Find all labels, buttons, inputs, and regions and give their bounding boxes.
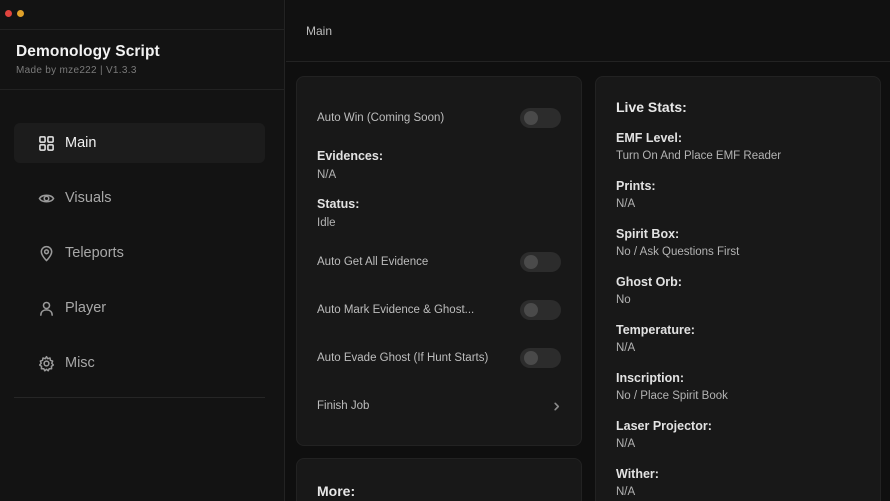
stat-label: Wither: <box>616 467 659 481</box>
window-controls <box>5 10 24 17</box>
toggle-knob <box>524 255 538 269</box>
status-value: Idle <box>317 217 336 229</box>
sidebar-item-main[interactable]: Main <box>14 123 265 163</box>
evidences-label: Evidences: <box>317 149 384 163</box>
auto-get-evidence-row: Auto Get All Evidence <box>317 252 561 272</box>
divider <box>14 397 265 398</box>
app-subtitle: Made by mze222 | V1.3.3 <box>16 65 137 76</box>
sidebar-item-label: Teleports <box>65 245 124 261</box>
auto-get-evidence-label: Auto Get All Evidence <box>317 256 429 268</box>
stat-wither: Wither: N/A <box>616 467 659 498</box>
finish-job-button[interactable]: Finish Job <box>317 397 561 415</box>
gear-icon <box>38 355 55 372</box>
sidebar-item-player[interactable]: Player <box>14 288 265 328</box>
toggle-knob <box>524 303 538 317</box>
close-window-button[interactable] <box>5 10 12 17</box>
user-icon <box>38 300 55 317</box>
page-title: Main <box>306 24 333 38</box>
sidebar-item-teleports[interactable]: Teleports <box>14 233 265 273</box>
sidebar-item-label: Main <box>65 135 97 151</box>
stat-value: N/A <box>616 198 636 210</box>
chevron-right-icon <box>551 401 561 411</box>
stat-value: N/A <box>616 342 636 354</box>
sidebar-nav: Main Visuals Teleports Player Misc <box>14 123 265 398</box>
live-stats-panel: Live Stats: EMF Level: Turn On And Place… <box>595 76 881 501</box>
evidences-value: N/A <box>317 169 337 181</box>
status-info: Status: Idle <box>317 197 359 229</box>
auto-mark-toggle[interactable] <box>520 300 561 320</box>
stat-temperature: Temperature: N/A <box>616 323 695 354</box>
stat-label: EMF Level: <box>616 131 682 145</box>
sidebar-item-label: Player <box>65 300 107 316</box>
toggle-knob <box>524 351 538 365</box>
stat-emf: EMF Level: Turn On And Place EMF Reader <box>616 131 781 162</box>
sidebar: Demonology Script Made by mze222 | V1.3.… <box>0 0 285 501</box>
finish-job-label: Finish Job <box>317 400 370 412</box>
stat-prints: Prints: N/A <box>616 179 656 210</box>
auto-evade-toggle[interactable] <box>520 348 561 368</box>
grid-icon <box>38 135 55 152</box>
stat-value: Turn On And Place EMF Reader <box>616 150 782 162</box>
auto-win-label: Auto Win (Coming Soon) <box>317 112 445 124</box>
app-window: Demonology Script Made by mze222 | V1.3.… <box>0 0 890 501</box>
stat-ghost-orb: Ghost Orb: No <box>616 275 682 306</box>
auto-mark-row: Auto Mark Evidence & Ghost... <box>317 300 561 320</box>
status-label: Status: <box>317 197 360 211</box>
auto-win-row: Auto Win (Coming Soon) <box>317 108 561 128</box>
live-stats-title: Live Stats: <box>616 99 687 115</box>
stat-laser-projector: Laser Projector: N/A <box>616 419 712 450</box>
divider <box>0 29 285 30</box>
eye-icon <box>38 190 55 207</box>
stat-label: Ghost Orb: <box>616 275 682 289</box>
sidebar-item-visuals[interactable]: Visuals <box>14 178 265 218</box>
stat-spirit-box: Spirit Box: No / Ask Questions First <box>616 227 739 258</box>
stat-value: N/A <box>616 438 636 450</box>
evidences-info: Evidences: N/A <box>317 149 383 181</box>
stat-label: Prints: <box>616 179 656 193</box>
toggle-knob <box>524 111 538 125</box>
more-panel: More: <box>296 458 582 501</box>
map-pin-icon <box>38 245 55 262</box>
stat-value: No <box>616 294 631 306</box>
stat-value: N/A <box>616 486 636 498</box>
sidebar-item-label: Visuals <box>65 190 112 206</box>
stat-label: Laser Projector: <box>616 419 712 433</box>
auto-evade-label: Auto Evade Ghost (If Hunt Starts) <box>317 352 489 364</box>
divider <box>0 89 285 90</box>
auto-win-toggle[interactable] <box>520 108 561 128</box>
auto-get-evidence-toggle[interactable] <box>520 252 561 272</box>
stat-label: Inscription: <box>616 371 685 385</box>
stat-value: No / Ask Questions First <box>616 246 740 258</box>
more-title: More: <box>317 483 356 499</box>
sidebar-item-label: Misc <box>65 355 95 371</box>
stat-value: No / Place Spirit Book <box>616 390 728 402</box>
stat-label: Spirit Box: <box>616 227 680 241</box>
minimize-window-button[interactable] <box>17 10 24 17</box>
auto-evade-row: Auto Evade Ghost (If Hunt Starts) <box>317 348 561 368</box>
stat-inscription: Inscription: No / Place Spirit Book <box>616 371 728 402</box>
sidebar-item-misc[interactable]: Misc <box>14 343 265 383</box>
stat-label: Temperature: <box>616 323 695 337</box>
main-options-panel: Auto Win (Coming Soon) Evidences: N/A St… <box>296 76 582 446</box>
auto-mark-label: Auto Mark Evidence & Ghost... <box>317 304 475 316</box>
app-title: Demonology Script <box>16 43 160 60</box>
header: Main <box>286 0 890 62</box>
